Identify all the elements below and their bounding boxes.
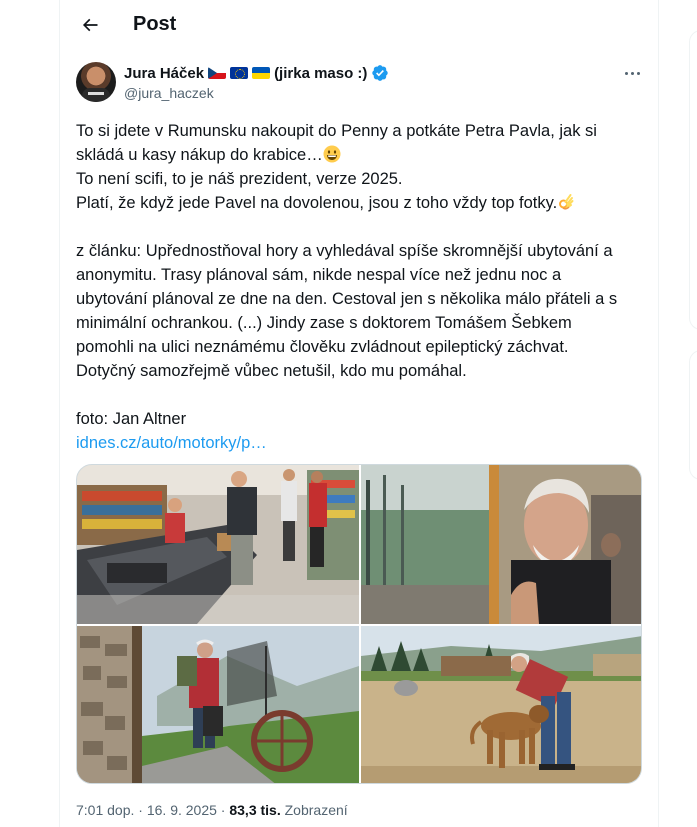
more-options-button[interactable] — [620, 63, 644, 83]
views-label: Zobrazení — [284, 802, 348, 818]
tweet-line: z článku: Upřednostňoval hory a vyhledáv… — [76, 242, 613, 260]
avatar-shirt — [82, 88, 110, 102]
ukraine-flag-icon — [252, 67, 271, 79]
tweet-line: minimální ochrankou. (...) Jindy zase s … — [76, 314, 572, 332]
more-dot — [624, 71, 628, 75]
tweet-line: pomohli na ulici neznámému člověku zvlád… — [76, 338, 569, 356]
tweet-line: Dotyčný samozřejmě vůbec netušil, kdo mu… — [76, 362, 467, 380]
tweet-line: ubytování plánoval ze dne na den. Cestov… — [76, 290, 618, 308]
meta-separator: · — [134, 802, 147, 818]
avatar[interactable] — [76, 62, 116, 102]
supermarket-checkout-photo[interactable] — [77, 465, 359, 624]
meta-separator: · — [216, 802, 230, 818]
post-date[interactable]: 16. 9. 2025 — [147, 802, 217, 818]
train-window-photo[interactable] — [361, 465, 641, 624]
tweet-line: To si jdete v Rumunsku nakoupit do Penny… — [76, 122, 597, 140]
tweet-line-with-emoji: Platí, že když jede Pavel na dovolenou, … — [76, 191, 646, 215]
grinning-face-emoji-icon — [323, 145, 341, 163]
tweet-line-text: skládá u kasy nákup do krabice… — [76, 146, 323, 164]
mountain-hiker-image — [77, 626, 359, 783]
tweet-line-text: Platí, že když jede Pavel na dovolenou, … — [76, 194, 558, 212]
article-link-line: idnes.cz/auto/motorky/p… — [76, 431, 646, 455]
tweet-line-with-emoji: skládá u kasy nákup do krabice… — [76, 143, 646, 167]
page-title: Post — [133, 13, 177, 35]
back-button[interactable] — [74, 9, 106, 41]
dog-meadow-photo[interactable] — [361, 626, 641, 783]
post-header: Post — [60, 0, 658, 50]
author-display-name[interactable]: Jura Háček — [124, 65, 204, 82]
dog-meadow-image — [361, 626, 641, 783]
tweet-line: To není scifi, to je náš prezident, verz… — [76, 170, 403, 188]
avatar-shirt-print — [88, 92, 104, 95]
post-time[interactable]: 7:01 dop. — [76, 802, 134, 818]
author-handle[interactable]: @jura_haczek — [124, 85, 214, 101]
sidebar-card-edge — [689, 30, 697, 330]
czech-flag-icon — [208, 67, 227, 79]
author-name-suffix[interactable]: (jirka maso :) — [274, 65, 367, 82]
train-window-image — [361, 465, 641, 624]
views-count: 83,3 tis. — [229, 802, 281, 818]
post-meta: 7:01 dop. · 16. 9. 2025 · 83,3 tis. Zobr… — [76, 802, 348, 818]
arrow-left-icon — [82, 18, 98, 32]
author-name-row[interactable]: Jura Háček (jirka maso :) — [124, 63, 389, 83]
more-dot — [636, 71, 640, 75]
verified-badge-icon[interactable] — [371, 64, 389, 82]
sidebar-card-edge — [689, 350, 697, 480]
tweet-text: To si jdete v Rumunsku nakoupit do Penny… — [76, 119, 646, 455]
eu-flag-icon — [230, 67, 249, 79]
ok-hand-emoji-icon — [559, 194, 574, 210]
media-grid — [76, 464, 642, 784]
tweet-line: anonymitu. Trasy plánoval sám, nikde nes… — [76, 266, 562, 284]
post-column: Post Jura Háček (jirka maso :) @jura_hac… — [59, 0, 659, 827]
more-dot — [630, 71, 634, 75]
photo-credit: foto: Jan Altner — [76, 410, 187, 428]
mountain-hiker-photo[interactable] — [77, 626, 359, 783]
article-link[interactable]: idnes.cz/auto/motorky/p… — [76, 434, 267, 452]
supermarket-checkout-image — [77, 465, 359, 624]
